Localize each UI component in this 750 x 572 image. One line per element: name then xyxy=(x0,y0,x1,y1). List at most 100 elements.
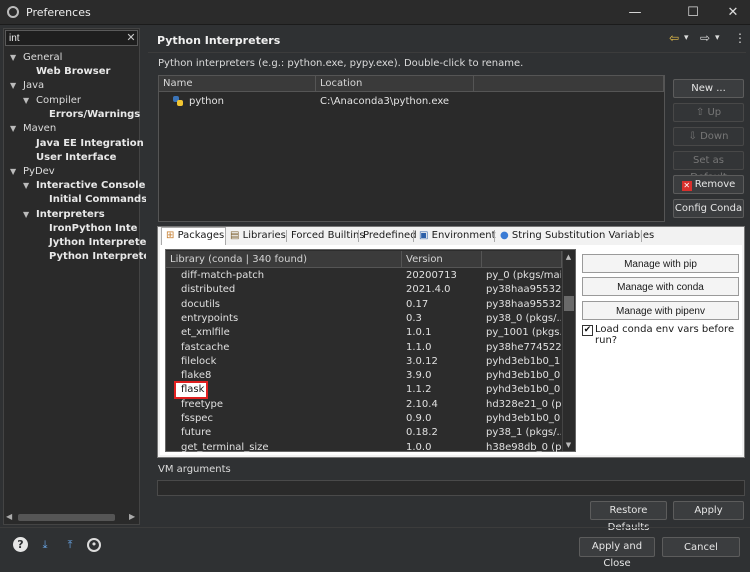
package-version[interactable]: 1.0.0 xyxy=(406,441,482,455)
package-build[interactable]: py38haa95532... xyxy=(486,298,561,312)
tree-item-interpreters[interactable]: Interpreters xyxy=(36,208,105,222)
package-name[interactable]: diff-match-patch xyxy=(181,269,401,283)
maximize-button[interactable]: ☐ xyxy=(670,0,716,25)
chevron-down-icon[interactable]: ▼ xyxy=(10,165,18,179)
package-name[interactable]: fastcache xyxy=(181,341,401,355)
chevron-down-icon[interactable]: ▼ xyxy=(23,208,31,222)
package-version[interactable]: 20200713 xyxy=(406,269,482,283)
column-header-build[interactable] xyxy=(482,251,562,268)
interpreter-name[interactable]: python xyxy=(189,94,224,109)
manage-with-pip-button[interactable]: Manage with pip xyxy=(582,254,739,273)
package-name[interactable]: flake8 xyxy=(181,369,401,383)
scroll-right-icon[interactable]: ▶ xyxy=(129,512,135,521)
package-version[interactable]: 0.9.0 xyxy=(406,412,482,426)
tree-item-pydev[interactable]: PyDev xyxy=(23,165,55,179)
tree-item-compiler[interactable]: Compiler xyxy=(36,94,81,108)
config-conda-button[interactable]: Config Conda xyxy=(673,199,744,218)
package-build[interactable]: py_1001 (pkgs... xyxy=(486,326,561,340)
package-build[interactable]: py38haa95532... xyxy=(486,283,561,297)
forward-dropdown-icon[interactable]: ▾ xyxy=(715,30,720,46)
package-build[interactable]: py38he774522... xyxy=(486,341,561,355)
package-name[interactable]: distributed xyxy=(181,283,401,297)
load-conda-checkbox[interactable]: ✔ xyxy=(582,325,593,336)
package-build[interactable]: pyhd3eb1b0_0... xyxy=(486,383,561,397)
package-version[interactable]: 2021.4.0 xyxy=(406,283,482,297)
chevron-down-icon[interactable]: ▼ xyxy=(10,51,18,65)
package-version[interactable]: 1.1.0 xyxy=(406,341,482,355)
tab-packages[interactable]: ⊞ Packages xyxy=(161,227,226,245)
chevron-down-icon[interactable]: ▼ xyxy=(23,94,31,108)
package-version[interactable]: 1.0.1 xyxy=(406,326,482,340)
package-name[interactable]: et_xmlfile xyxy=(181,326,401,340)
package-version[interactable]: 3.0.12 xyxy=(406,355,482,369)
package-build[interactable]: hd328e21_0 (p... xyxy=(486,398,561,412)
package-name[interactable]: get_terminal_size xyxy=(181,441,401,455)
column-header-library[interactable]: Library (conda | 340 found) xyxy=(166,251,402,268)
package-version[interactable]: 3.9.0 xyxy=(406,369,482,383)
export-icon[interactable]: ⤒ xyxy=(62,537,78,553)
restore-defaults-button[interactable]: Restore Defaults xyxy=(590,501,667,533)
package-build[interactable]: py_0 (pkgs/mai... xyxy=(486,269,561,283)
filter-input[interactable] xyxy=(5,30,138,46)
package-version[interactable]: 0.3 xyxy=(406,312,482,326)
chevron-down-icon[interactable]: ▼ xyxy=(10,122,18,136)
tree-item-interactive-console[interactable]: Interactive Console xyxy=(36,179,145,193)
back-arrow-icon[interactable]: ⇦ xyxy=(669,30,679,46)
tree-item-general[interactable]: General xyxy=(23,51,62,65)
package-name[interactable]: docutils xyxy=(181,298,401,312)
package-build[interactable]: py38_1 (pkgs/... xyxy=(486,426,561,440)
close-button[interactable]: ✕ xyxy=(716,0,750,25)
scroll-down-icon[interactable]: ▼ xyxy=(563,440,574,450)
scroll-left-icon[interactable]: ◀ xyxy=(6,512,12,521)
package-name[interactable]: freetype xyxy=(181,398,401,412)
package-version[interactable]: 2.10.4 xyxy=(406,398,482,412)
tab-environment[interactable]: ▣ Environment xyxy=(419,228,496,244)
cancel-button[interactable]: Cancel xyxy=(662,537,740,557)
minimize-button[interactable]: — xyxy=(612,0,658,25)
package-version[interactable]: 0.17 xyxy=(406,298,482,312)
column-header-location[interactable]: Location xyxy=(316,76,474,92)
tree-item-user-interface[interactable]: User Interface xyxy=(36,151,116,165)
tree-item-jython[interactable]: Jython Interpreter xyxy=(49,236,151,250)
package-build[interactable]: pyhd3eb1b0_1... xyxy=(486,355,561,369)
help-icon[interactable]: ? xyxy=(13,537,28,552)
package-build[interactable]: py38_0 (pkgs/... xyxy=(486,312,561,326)
tree-item-java[interactable]: Java xyxy=(23,79,44,93)
package-build[interactable]: pyhd3eb1b0_0... xyxy=(486,369,561,383)
tree-item-errors-warnings[interactable]: Errors/Warnings xyxy=(49,108,140,122)
tree-item-initial-commands[interactable]: Initial Commands xyxy=(49,193,147,207)
package-name[interactable]: filelock xyxy=(181,355,401,369)
apply-and-close-button[interactable]: Apply and Close xyxy=(579,537,655,569)
back-dropdown-icon[interactable]: ▾ xyxy=(684,30,689,46)
up-button[interactable]: ⇧ Up xyxy=(673,103,744,122)
vm-arguments-field[interactable] xyxy=(157,480,745,496)
import-icon[interactable]: ⤓ xyxy=(37,537,53,553)
tab-string-substitution[interactable]: ● String Substitution Variables xyxy=(500,228,654,244)
package-name[interactable]: entrypoints xyxy=(181,312,401,326)
chevron-down-icon[interactable]: ▼ xyxy=(23,179,31,193)
manage-with-conda-button[interactable]: Manage with conda xyxy=(582,277,739,296)
package-build[interactable]: pyhd3eb1b0_0... xyxy=(486,412,561,426)
packages-vertical-scrollbar[interactable] xyxy=(562,251,575,451)
chevron-down-icon[interactable]: ▼ xyxy=(10,79,18,93)
view-menu-icon[interactable]: ⋮ xyxy=(734,30,746,46)
tree-item-ironpython[interactable]: IronPython Interpre xyxy=(49,222,138,236)
package-name[interactable]: flask xyxy=(181,383,401,397)
scrollbar-thumb[interactable] xyxy=(564,296,574,311)
scrollbar-thumb[interactable] xyxy=(18,514,115,521)
tab-predefined[interactable]: Predefined xyxy=(363,228,417,244)
tab-libraries[interactable]: ▤ Libraries xyxy=(230,228,286,244)
column-header-name[interactable]: Name xyxy=(159,76,316,92)
oomph-icon[interactable]: • xyxy=(87,538,101,552)
scroll-up-icon[interactable]: ▲ xyxy=(563,252,574,262)
down-button[interactable]: ⇩ Down xyxy=(673,127,744,146)
tab-forced-builtins[interactable]: Forced Builtins xyxy=(291,228,365,244)
clear-filter-icon[interactable]: ✕ xyxy=(125,30,137,46)
set-as-default-button[interactable]: Set as Default xyxy=(673,151,744,183)
package-version[interactable]: 0.18.2 xyxy=(406,426,482,440)
column-header-version[interactable]: Version xyxy=(402,251,482,268)
interpreter-location[interactable]: C:\Anaconda3\python.exe xyxy=(320,94,449,109)
remove-button[interactable]: ✕ Remove xyxy=(673,175,744,194)
manage-with-pipenv-button[interactable]: Manage with pipenv xyxy=(582,301,739,320)
tree-item-maven[interactable]: Maven xyxy=(23,122,56,136)
